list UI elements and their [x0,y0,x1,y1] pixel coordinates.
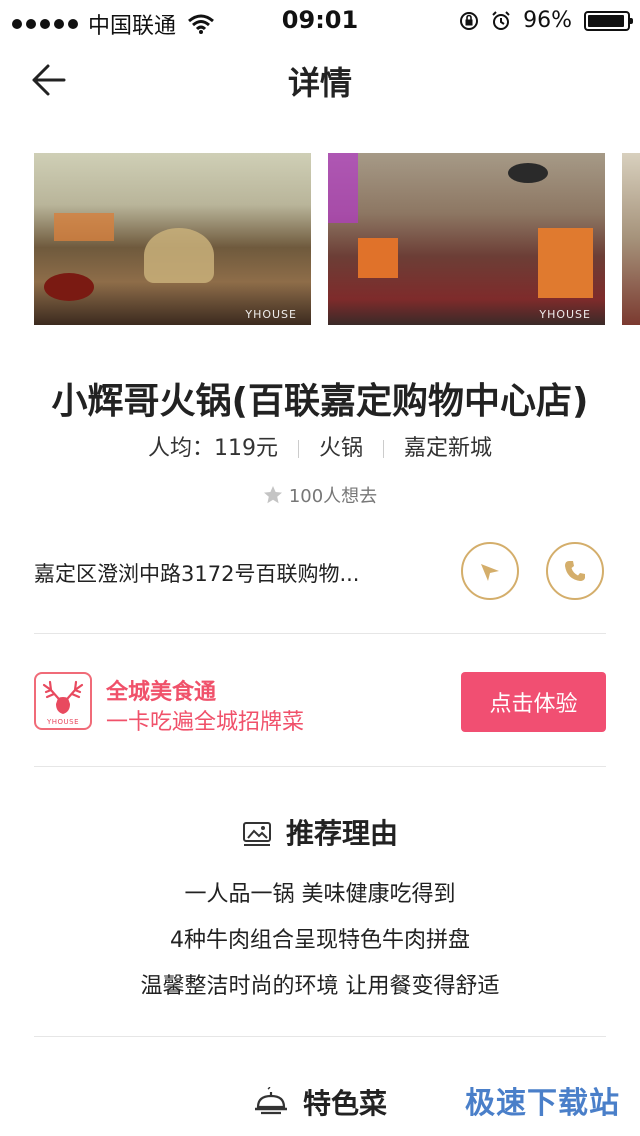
restaurant-photo-2[interactable]: YHOUSE [328,153,605,325]
reason-item: 4种牛肉组合呈现特色牛肉拼盘 [170,928,470,953]
want-count: 100人想去 [0,482,640,508]
deer-icon [42,680,84,714]
try-now-button[interactable]: 点击体验 [461,672,606,732]
cuisine-tag: 火锅 [318,436,363,461]
alarm-icon [492,10,510,30]
battery-percent: 96% [523,8,572,33]
promo-subtitle: 一卡吃遍全城招牌菜 [106,710,305,735]
divider [34,633,606,634]
navigate-button[interactable] [461,542,519,600]
divider [34,766,606,767]
photo-watermark: YHOUSE [245,308,297,321]
picture-icon [242,822,271,846]
star-icon [263,486,282,504]
reasons-heading: 推荐理由 [0,812,640,852]
restaurant-photo-3[interactable] [622,153,640,325]
photo-detail [358,238,398,278]
logo-text: YHOUSE [46,718,80,726]
reason-item: 一人品一锅 美味健康吃得到 [184,882,456,907]
avg-price: 人均：119元 [147,436,278,461]
promo-title: 全城美食通 [106,680,217,705]
photo-gallery[interactable]: YHOUSE YHOUSE [34,153,640,325]
photo-detail [538,228,593,298]
status-bar: 中国联通 09:01 96% [0,0,640,40]
address-row: 嘉定区澄浏中路3172号百联购物... [34,540,606,604]
shop-name: 小辉哥火锅(百联嘉定购物中心店) [51,381,589,422]
photo-detail [44,273,94,301]
want-label: 100人想去 [288,486,378,507]
page-title: 详情 [287,64,352,102]
rotation-lock-icon [460,11,479,30]
area-tag: 嘉定新城 [404,436,493,461]
meta-separator [297,440,299,458]
shop-address[interactable]: 嘉定区澄浏中路3172号百联购物... [34,558,359,588]
photo-detail [144,228,214,283]
nav-bar: 详情 [0,40,640,120]
photo-detail [508,163,548,183]
photo-watermark: YHOUSE [539,308,591,321]
battery-icon [584,10,633,31]
status-right: 96% [459,8,633,33]
dish-cover-icon [254,1084,287,1115]
call-button[interactable] [546,542,604,600]
photo-detail [54,213,114,241]
location-arrow-icon [481,564,499,581]
reason-item: 温馨整洁时尚的环境 让用餐变得舒适 [140,974,500,999]
meta-separator [383,440,384,458]
dishes-heading-label: 特色菜 [302,1087,387,1120]
shop-meta: 人均：119元 火锅 嘉定新城 [0,430,640,462]
restaurant-photo-1[interactable]: YHOUSE [34,153,311,325]
divider [34,1036,606,1037]
site-watermark: 极速下载站 [465,1086,620,1121]
photo-detail [328,153,358,223]
yhouse-logo: YHOUSE [34,672,92,730]
battery-fill [588,14,625,27]
reasons-heading-label: 推荐理由 [285,817,398,850]
promo-banner: YHOUSE 全城美食通 一卡吃遍全城招牌菜 点击体验 [34,670,606,735]
phone-icon [565,561,585,581]
